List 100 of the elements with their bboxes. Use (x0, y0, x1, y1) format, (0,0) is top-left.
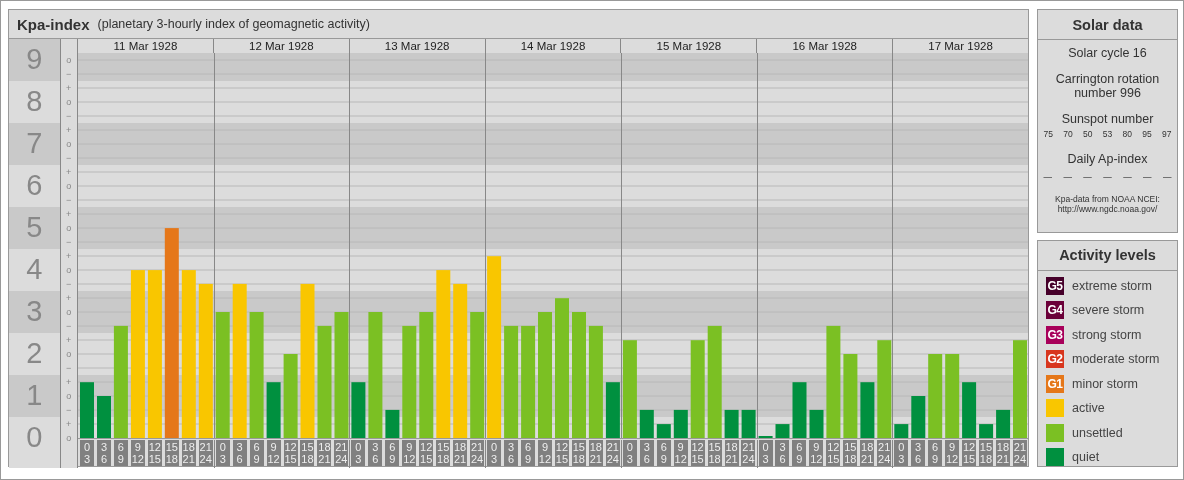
tick-mark-label: + (66, 335, 72, 345)
tick-mark-label: o (66, 391, 72, 401)
tick-mark-label: + (66, 251, 72, 261)
sunspot-value: 53 (1102, 129, 1113, 139)
axis-label: 2 (26, 339, 43, 368)
tick-mark-label: o (66, 55, 72, 65)
axis-label: 6 (26, 171, 43, 200)
storm-level-badge: G1 (1046, 374, 1064, 393)
time-bin-label: 18 21 (724, 440, 739, 466)
ap-index-value: — (1123, 172, 1132, 182)
ap-index-label: Daily Ap-index (1067, 152, 1148, 166)
date-label: 12 Mar 1928 (249, 40, 314, 52)
tick-mark-label: + (66, 167, 72, 177)
axis-label: 1 (26, 381, 43, 410)
legend-label: minor storm (1072, 376, 1138, 391)
time-bin-label: 0 3 (622, 440, 637, 466)
time-bin-label: 0 3 (80, 440, 94, 466)
time-bin-label: 9 12 (402, 440, 417, 466)
time-bin-label: 18 21 (181, 440, 196, 466)
chart-title: Kpa-index (17, 15, 90, 33)
ap-index-value: — (1162, 172, 1172, 182)
tick-mark-label: o (66, 349, 72, 359)
time-bin-label: 3 6 (639, 440, 654, 466)
time-bin-label: 9 12 (945, 440, 960, 466)
time-bin-label: 15 18 (164, 440, 179, 466)
tick-mark-label: − (66, 237, 72, 247)
sunspot-value: 95 (1142, 129, 1152, 139)
panel-title: Solar data (1072, 16, 1143, 33)
date-label: 13 Mar 1928 (384, 40, 450, 52)
legend-label: strong storm (1072, 327, 1142, 342)
time-bin-label: 12 15 (690, 440, 705, 466)
tick-mark-label: o (66, 265, 72, 275)
axis-label: 3 (26, 297, 43, 326)
time-bin-label: 15 18 (843, 440, 858, 466)
storm-level-badge: G4 (1046, 301, 1064, 319)
time-bin-label: 3 6 (504, 440, 519, 466)
tick-mark-label: − (66, 405, 72, 415)
time-bin-label: 0 3 (758, 440, 773, 466)
date-label: 14 Mar 1928 (520, 40, 586, 52)
axis-label: 7 (26, 129, 43, 158)
time-bin-label: 21 24 (334, 440, 349, 466)
time-bin-label: 15 18 (436, 440, 451, 466)
time-bin-label: 6 9 (385, 440, 400, 466)
sunspot-value: 70 (1063, 129, 1073, 139)
chart-subtitle: (planetary 3-hourly index of geomagnetic activity) (97, 17, 370, 31)
tick-mark-label: − (66, 153, 72, 163)
carrington-rotation: Carrington rotation number 996 (1054, 72, 1161, 100)
storm-level-badge: G3 (1046, 325, 1064, 344)
time-bin-label: 18 21 (453, 440, 468, 466)
tick-mark-label: − (66, 321, 72, 331)
time-bin-label: 15 18 (979, 440, 993, 466)
time-bin-label: 15 18 (707, 440, 722, 466)
time-bin-label: 9 12 (130, 440, 145, 466)
time-bin-label: 6 9 (928, 440, 943, 466)
ap-index-value: — (1143, 172, 1152, 182)
time-bin-label: 6 9 (656, 440, 671, 466)
time-bin-label: 12 15 (826, 440, 841, 466)
tick-mark-label: + (66, 377, 72, 387)
tick-mark-label: + (66, 209, 72, 219)
time-bin-label: 12 15 (147, 440, 162, 466)
time-bin-label: 18 21 (588, 440, 603, 466)
tick-mark-label: o (66, 433, 72, 443)
tick-mark-label: + (66, 125, 72, 135)
time-bin-label: 0 3 (894, 440, 909, 466)
axis-label: 4 (26, 255, 43, 284)
time-bin-label: 21 24 (741, 440, 756, 466)
time-bin-label: 18 21 (995, 440, 1010, 466)
time-bin-label: 21 24 (198, 440, 213, 466)
source-link[interactable]: http://www.ngdc.noaa.gov/ (1055, 204, 1160, 214)
date-label: 11 Mar 1928 (113, 40, 178, 52)
time-bin-label: 21 24 (470, 440, 485, 466)
storm-level-badge: G2 (1046, 350, 1064, 368)
tick-mark-label: + (66, 293, 72, 303)
time-bin-label: 12 15 (283, 440, 298, 466)
time-bin-label: 18 21 (860, 440, 875, 466)
tick-mark-label: o (66, 307, 72, 317)
sunspot-value: 50 (1083, 129, 1093, 139)
date-label: 17 Mar 1928 (928, 40, 993, 52)
legend-label: moderate storm (1072, 352, 1160, 366)
axis-label: 0 (26, 423, 43, 452)
time-bin-label: 12 15 (554, 440, 569, 466)
time-bin-label: 3 6 (96, 440, 111, 466)
panel-title: Activity levels (1059, 247, 1156, 263)
time-bin-label: 12 15 (419, 440, 434, 466)
tick-mark-label: − (66, 111, 72, 121)
legend-label: extreme storm (1072, 278, 1152, 293)
time-bin-label: 3 6 (368, 440, 383, 466)
tick-mark-label: − (66, 69, 72, 79)
sunspot-value: 75 (1043, 129, 1053, 139)
time-bin-label: 9 12 (809, 440, 824, 466)
legend-label: quiet (1072, 450, 1100, 464)
time-bin-label: 6 9 (521, 440, 535, 466)
sunspot-label: Sunspot number (1061, 112, 1154, 126)
sunspot-value: 97 (1162, 129, 1172, 139)
tick-mark-label: o (66, 181, 72, 191)
ap-index-value: — (1083, 172, 1092, 182)
ap-index-value: — (1063, 172, 1072, 182)
time-bin-label: 15 18 (571, 440, 586, 466)
tick-mark-label: − (66, 195, 72, 205)
time-bin-label: 21 24 (877, 440, 892, 466)
